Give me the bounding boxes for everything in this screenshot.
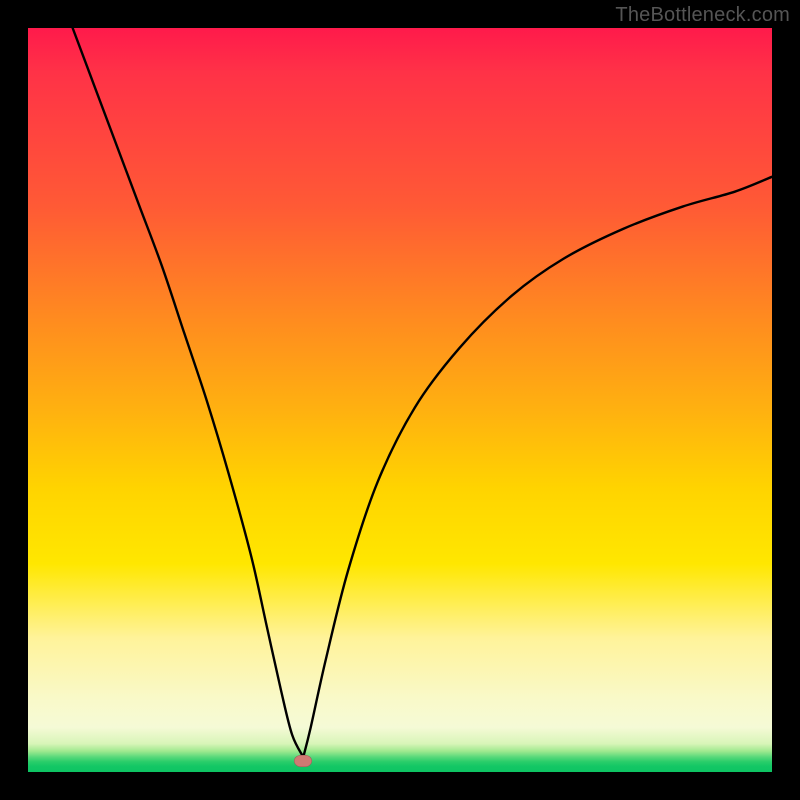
curve-right-branch bbox=[303, 177, 772, 757]
bottleneck-curve bbox=[28, 28, 772, 772]
vertex-marker bbox=[294, 755, 312, 767]
curve-left-branch bbox=[73, 28, 304, 757]
plot-area bbox=[28, 28, 772, 772]
watermark-text: TheBottleneck.com bbox=[615, 4, 790, 27]
chart-frame: TheBottleneck.com bbox=[0, 0, 800, 800]
